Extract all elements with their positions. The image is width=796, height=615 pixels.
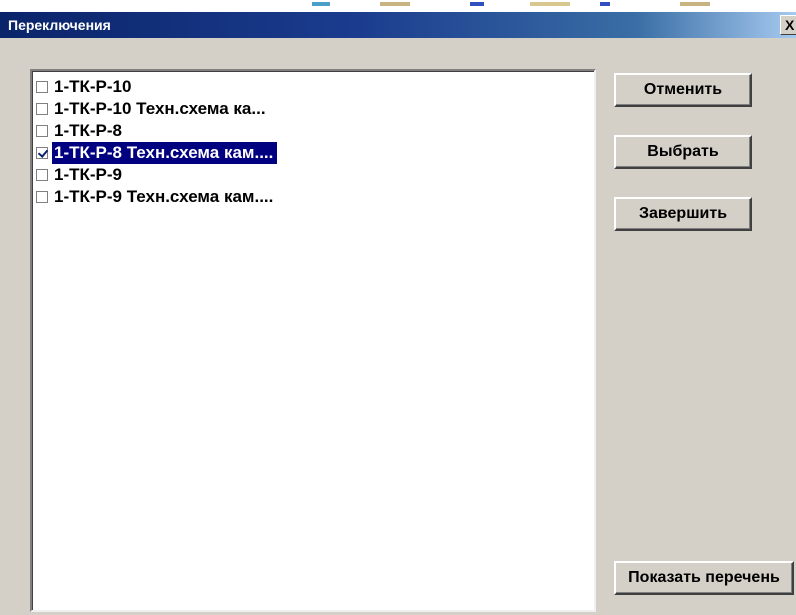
- item-checkbox[interactable]: [36, 103, 48, 115]
- close-icon: X: [785, 17, 795, 33]
- list-item-label: 1-ТК-Р-10 Техн.схема ка...: [54, 99, 266, 118]
- list-item[interactable]: 1-ТК-Р-10: [36, 76, 135, 98]
- finish-button[interactable]: Завершить: [614, 197, 752, 231]
- select-button[interactable]: Выбрать: [614, 135, 752, 169]
- item-checkbox[interactable]: [36, 169, 48, 181]
- dialog-title: Переключения: [8, 17, 111, 33]
- background-fragment: [600, 2, 610, 6]
- background-fragment: [312, 2, 330, 6]
- item-checkbox-checked[interactable]: [36, 147, 48, 159]
- list-item-label: 1-ТК-Р-8 Техн.схема кам....: [52, 142, 278, 164]
- close-button[interactable]: X: [780, 15, 796, 35]
- list-item-label: 1-ТК-Р-8: [54, 121, 122, 140]
- list-item-label: 1-ТК-Р-9: [54, 165, 122, 184]
- background-fragment: [470, 2, 484, 6]
- show-list-button[interactable]: Показать перечень: [614, 561, 794, 595]
- item-checkbox[interactable]: [36, 191, 48, 203]
- item-checkbox[interactable]: [36, 125, 48, 137]
- list-item-label: 1-ТК-Р-9 Техн.схема кам....: [54, 187, 274, 206]
- list-item[interactable]: 1-ТК-Р-9: [36, 164, 126, 186]
- list-item-label: 1-ТК-Р-10: [54, 77, 132, 96]
- background-fragment: [680, 2, 710, 6]
- background-fragment: [380, 2, 410, 6]
- list-item[interactable]: 1-ТК-Р-10 Техн.схема ка...: [36, 98, 270, 120]
- background-fragment: [530, 2, 570, 6]
- list-item-selected[interactable]: 1-ТК-Р-8 Техн.схема кам....: [36, 142, 278, 164]
- switching-list[interactable]: 1-ТК-Р-10 1-ТК-Р-10 Техн.схема ка... 1-Т…: [30, 69, 596, 612]
- item-checkbox[interactable]: [36, 81, 48, 93]
- title-bar[interactable]: Переключения X: [0, 12, 796, 38]
- list-item[interactable]: 1-ТК-Р-9 Техн.схема кам....: [36, 186, 277, 208]
- cancel-button[interactable]: Отменить: [614, 73, 752, 107]
- background-app-strip: [0, 0, 796, 12]
- list-item[interactable]: 1-ТК-Р-8: [36, 120, 126, 142]
- switching-dialog: Переключения X 1-ТК-Р-10 1-ТК-Р-10 Техн.…: [0, 12, 796, 615]
